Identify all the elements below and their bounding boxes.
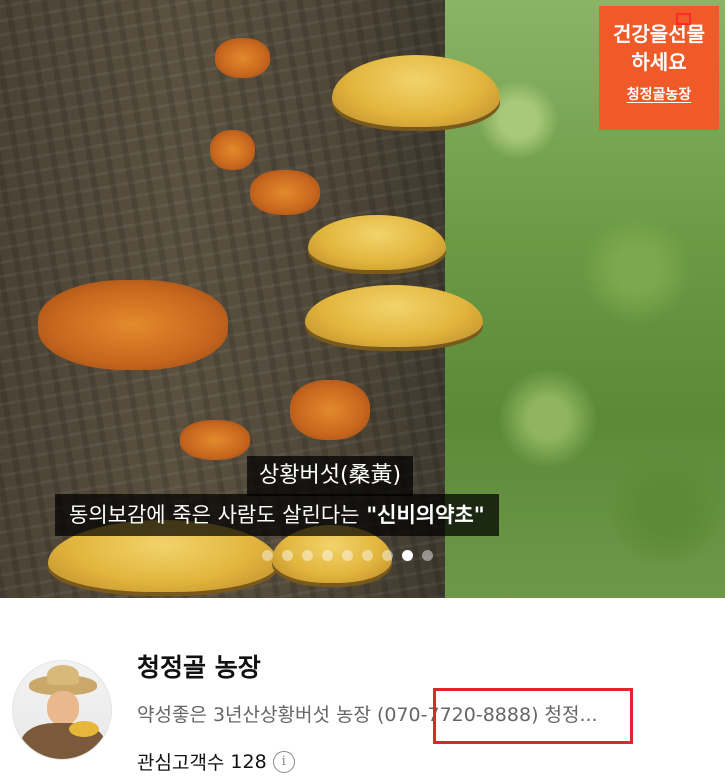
promo-line-2: 하세요: [631, 50, 687, 74]
carousel-dot[interactable]: [322, 549, 333, 561]
carousel-dot[interactable]: [362, 549, 373, 561]
banner-caption-title: 상황버섯(桑黃): [247, 456, 414, 496]
channel-info: 청정골 농장 약성좋은 3년산상황버섯 농장 (070-7720-8888) 청…: [0, 598, 725, 784]
info-circle-icon[interactable]: i: [272, 750, 295, 773]
fungus-patch: [210, 130, 255, 170]
avatar-hat-top: [47, 665, 79, 685]
subscriber-count: 관심고객수 128 i: [137, 748, 295, 775]
promo-badge[interactable]: 건강을선물 하세요 청정골농장: [599, 6, 719, 130]
promo-brand: 청정골농장: [626, 87, 692, 103]
carousel-indicator[interactable]: [262, 548, 433, 562]
carousel-dot[interactable]: [302, 549, 313, 561]
carousel-dot-active[interactable]: [402, 549, 413, 561]
fungus-patch: [290, 380, 370, 440]
fungus-patch: [250, 170, 320, 215]
avatar-face: [47, 691, 79, 725]
carousel-dot[interactable]: [382, 549, 393, 561]
caption-sub-text: 동의보감에 죽은 사람도 살린다는: [69, 503, 367, 527]
subscribers-value: 128: [230, 750, 267, 773]
carousel-dot[interactable]: [342, 549, 353, 561]
carousel-dot[interactable]: [422, 549, 433, 561]
avatar[interactable]: [12, 660, 112, 760]
fungus-patch: [180, 420, 250, 460]
promo-line-1: 건강을선물: [613, 22, 705, 46]
fungus-patch: [38, 280, 228, 370]
banner-caption-subtitle: 동의보감에 죽은 사람도 살린다는 "신비의약초": [55, 494, 499, 536]
carousel-dot[interactable]: [262, 549, 273, 561]
channel-name[interactable]: 청정골 농장: [137, 648, 261, 684]
phone-highlight-box: [433, 688, 633, 744]
avatar-mushroom: [69, 721, 99, 737]
fungus-patch: [215, 38, 270, 78]
caption-sub-emphasis: "신비의약초": [366, 503, 485, 527]
hero-banner[interactable]: 건강을선물 하세요 청정골농장 상황버섯(桑黃) 동의보감에 죽은 사람도 살린…: [0, 0, 725, 598]
subscribers-label: 관심고객수: [137, 752, 225, 774]
carousel-dot[interactable]: [282, 549, 293, 561]
promo-mark: [676, 13, 691, 25]
